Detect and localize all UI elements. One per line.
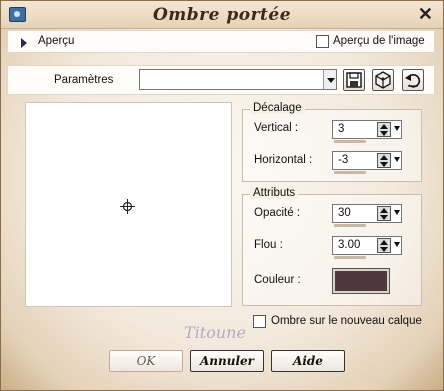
drop-shadow-dialog: Ombre portée ✕ Aperçu Aperçu de l'image …	[0, 0, 444, 391]
cube-icon	[375, 71, 391, 89]
blur-value[interactable]: 3.00	[338, 239, 360, 251]
chevron-down-icon[interactable]	[394, 242, 400, 247]
horizontal-slider[interactable]	[334, 171, 366, 174]
chevron-down-icon[interactable]	[394, 210, 400, 215]
horizontal-spinner[interactable]: -3	[332, 151, 402, 170]
presets-label: Paramètres	[54, 74, 114, 86]
image-preview-checkbox[interactable]	[316, 35, 329, 48]
horizontal-value[interactable]: -3	[338, 154, 348, 166]
vertical-spinner[interactable]: 3	[332, 120, 402, 139]
opacity-value[interactable]: 30	[338, 207, 351, 219]
vertical-value[interactable]: 3	[338, 123, 344, 135]
ok-button[interactable]: OK	[109, 350, 183, 372]
load-preset-button[interactable]	[372, 69, 394, 91]
vertical-label: Vertical :	[254, 122, 299, 134]
new-layer-checkbox[interactable]	[253, 315, 266, 328]
chevron-down-icon[interactable]	[394, 157, 400, 162]
new-layer-label[interactable]: Ombre sur le nouveau calque	[271, 315, 422, 327]
color-label: Couleur :	[254, 274, 301, 286]
attributes-group-title: Attributs	[250, 187, 299, 199]
chevron-down-icon[interactable]	[323, 70, 336, 89]
title-bar: Ombre portée ✕	[1, 1, 443, 29]
crosshair-icon	[120, 199, 135, 214]
spin-arrows-icon[interactable]	[377, 122, 391, 137]
horizontal-label: Horizontal :	[254, 154, 313, 166]
opacity-slider[interactable]	[334, 224, 366, 227]
chevron-down-icon[interactable]	[394, 126, 400, 131]
expand-triangle-icon[interactable]	[21, 38, 27, 48]
image-preview-label[interactable]: Aperçu de l'image	[333, 35, 425, 47]
spin-arrows-icon[interactable]	[377, 238, 391, 253]
blur-slider[interactable]	[334, 256, 366, 259]
dialog-title: Ombre portée	[152, 5, 292, 25]
preview-bar: Aperçu Aperçu de l'image	[7, 30, 435, 53]
spin-arrows-icon[interactable]	[377, 153, 391, 168]
offset-group-title: Décalage	[250, 102, 305, 114]
preview-canvas[interactable]	[25, 102, 232, 307]
save-icon	[346, 72, 362, 88]
spin-arrows-icon[interactable]	[377, 206, 391, 221]
shadow-color-swatch[interactable]	[332, 268, 390, 294]
preview-toggle-label[interactable]: Aperçu	[38, 35, 74, 47]
cancel-button[interactable]: Annuler	[190, 350, 264, 372]
watermark: Titoune	[184, 323, 246, 342]
blur-spinner[interactable]: 3.00	[332, 236, 402, 255]
blur-label: Flou :	[254, 239, 283, 251]
vertical-slider[interactable]	[334, 140, 366, 143]
reset-icon	[405, 74, 421, 88]
close-icon[interactable]: ✕	[418, 4, 433, 25]
reset-button[interactable]	[402, 69, 424, 91]
opacity-spinner[interactable]: 30	[332, 204, 402, 223]
save-preset-button[interactable]	[343, 69, 365, 91]
opacity-label: Opacité :	[254, 207, 301, 219]
presets-combo[interactable]	[139, 69, 337, 90]
help-button[interactable]: Aide	[271, 350, 345, 372]
